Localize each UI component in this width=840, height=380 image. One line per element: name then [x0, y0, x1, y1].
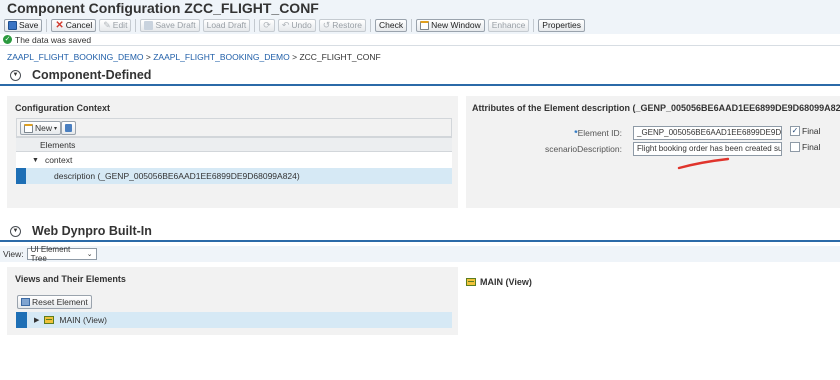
collapse-icon[interactable]: ▼ [10, 225, 21, 237]
annotation-underline [677, 157, 730, 170]
toolbar-divider [254, 19, 256, 32]
undo-button[interactable]: ↶ Undo [277, 19, 316, 32]
new-window-icon [420, 21, 430, 30]
elements-column-header: Elements [16, 137, 452, 152]
context-toolbar: New ▾ [16, 118, 452, 137]
restore-icon: ↺ [322, 20, 331, 30]
annotation-stroke [677, 157, 730, 170]
reset-element-button[interactable]: Reset Element [17, 295, 92, 309]
breadcrumb-item[interactable]: ZAAPL_FLIGHT_BOOKING_DEMO [153, 52, 290, 62]
section-title: Web Dynpro Built-In [32, 224, 152, 238]
section-title: Component-Defined [32, 68, 152, 82]
row-selector[interactable] [16, 312, 27, 328]
expand-icon[interactable]: ▶ [34, 316, 39, 324]
main-toolbar: Save ✕ Cancel ✎ Edit Save Draft Load Dra… [0, 17, 840, 34]
toolbar-divider [46, 19, 48, 32]
reset-icon [21, 298, 30, 306]
breadcrumb-separator: > [292, 52, 298, 62]
cancel-button[interactable]: ✕ Cancel [51, 19, 97, 32]
save-draft-icon [144, 21, 154, 30]
toolbar-divider [411, 19, 413, 32]
restore-button[interactable]: ↺ Restore [318, 19, 367, 32]
new-icon [24, 123, 33, 133]
load-draft-button[interactable]: Load Draft [202, 19, 251, 32]
web-dynpro-header: ▼ Web Dynpro Built-In [0, 222, 840, 242]
view-select[interactable]: UI Element Tree ⌄ [26, 245, 97, 263]
save-icon [8, 21, 17, 30]
delete-icon [65, 124, 72, 132]
expand-icon[interactable]: ▼ [32, 157, 39, 164]
cancel-icon: ✕ [55, 19, 64, 31]
toolbar-divider [135, 19, 137, 32]
panel-title: Attributes of the Element description (_… [472, 103, 840, 113]
toolbar-divider [533, 19, 535, 32]
element-id-label: *Element ID: [574, 128, 622, 138]
tree-row-description[interactable]: description (_GENP_005056BE6AAD1EE6899DE… [26, 168, 452, 184]
refresh-icon: ⟳ [263, 20, 271, 30]
tree-row-context[interactable]: ▼ context [16, 152, 452, 168]
view-icon [44, 316, 55, 324]
edit-button[interactable]: ✎ Edit [99, 19, 132, 32]
element-id-final-checkbox[interactable]: ✓ [790, 126, 800, 136]
message-bar: ✓ The data was saved [0, 34, 840, 46]
properties-button[interactable]: Properties [538, 19, 586, 32]
element-id-field[interactable]: _GENP_005056BE6AAD1EE6899DE9D680 [633, 126, 782, 140]
view-label: View: [3, 249, 24, 259]
view-icon [466, 278, 476, 286]
chevron-down-icon: ⌄ [86, 251, 93, 258]
check-button[interactable]: Check [375, 19, 408, 32]
breadcrumb-current: ZCC_FLIGHT_CONF [299, 52, 381, 62]
page-title: Component Configuration ZCC_FLIGHT_CONF [7, 0, 319, 16]
scenario-description-label: scenarioDescription: [544, 144, 622, 154]
save-draft-button[interactable]: Save Draft [140, 19, 200, 32]
breadcrumb-item[interactable]: ZAAPL_FLIGHT_BOOKING_DEMO [7, 52, 144, 62]
breadcrumb-separator: > [145, 52, 151, 62]
new-button[interactable]: New ▾ [20, 121, 62, 135]
panel-title: Views and Their Elements [15, 274, 126, 284]
tree-row-main-view[interactable]: ▶ MAIN (View) [27, 312, 452, 328]
enhance-button[interactable]: Enhance [487, 19, 530, 32]
new-window-button[interactable]: New Window [416, 19, 485, 32]
row-selector[interactable] [16, 168, 26, 184]
success-icon: ✓ [3, 35, 12, 44]
edit-icon: ✎ [103, 20, 111, 30]
detail-header: MAIN (View) [466, 277, 532, 287]
panel-title: Configuration Context [15, 103, 110, 113]
final-label: Final [802, 142, 821, 152]
status-message: The data was saved [15, 34, 92, 45]
collapse-icon[interactable]: ▼ [10, 69, 21, 81]
save-button[interactable]: Save [4, 19, 43, 32]
breadcrumb: ZAAPL_FLIGHT_BOOKING_DEMO > ZAAPL_FLIGHT… [7, 52, 381, 62]
final-label: Final [802, 126, 821, 136]
scenario-description-field[interactable]: Flight booking order has been created su… [633, 142, 782, 156]
detail-title: MAIN (View) [480, 277, 532, 287]
component-defined-header: ▼ Component-Defined [0, 66, 840, 86]
undo-icon: ↶ [281, 20, 290, 30]
refresh-button[interactable]: ⟳ [259, 19, 275, 32]
scenario-description-final-checkbox[interactable] [790, 142, 800, 152]
dropdown-arrow-icon: ▾ [54, 125, 58, 132]
toolbar-divider [370, 19, 372, 32]
title-bar: Component Configuration ZCC_FLIGHT_CONF [0, 0, 840, 17]
delete-button[interactable] [61, 121, 76, 135]
view-selector-bar: View: UI Element Tree ⌄ [0, 245, 840, 263]
